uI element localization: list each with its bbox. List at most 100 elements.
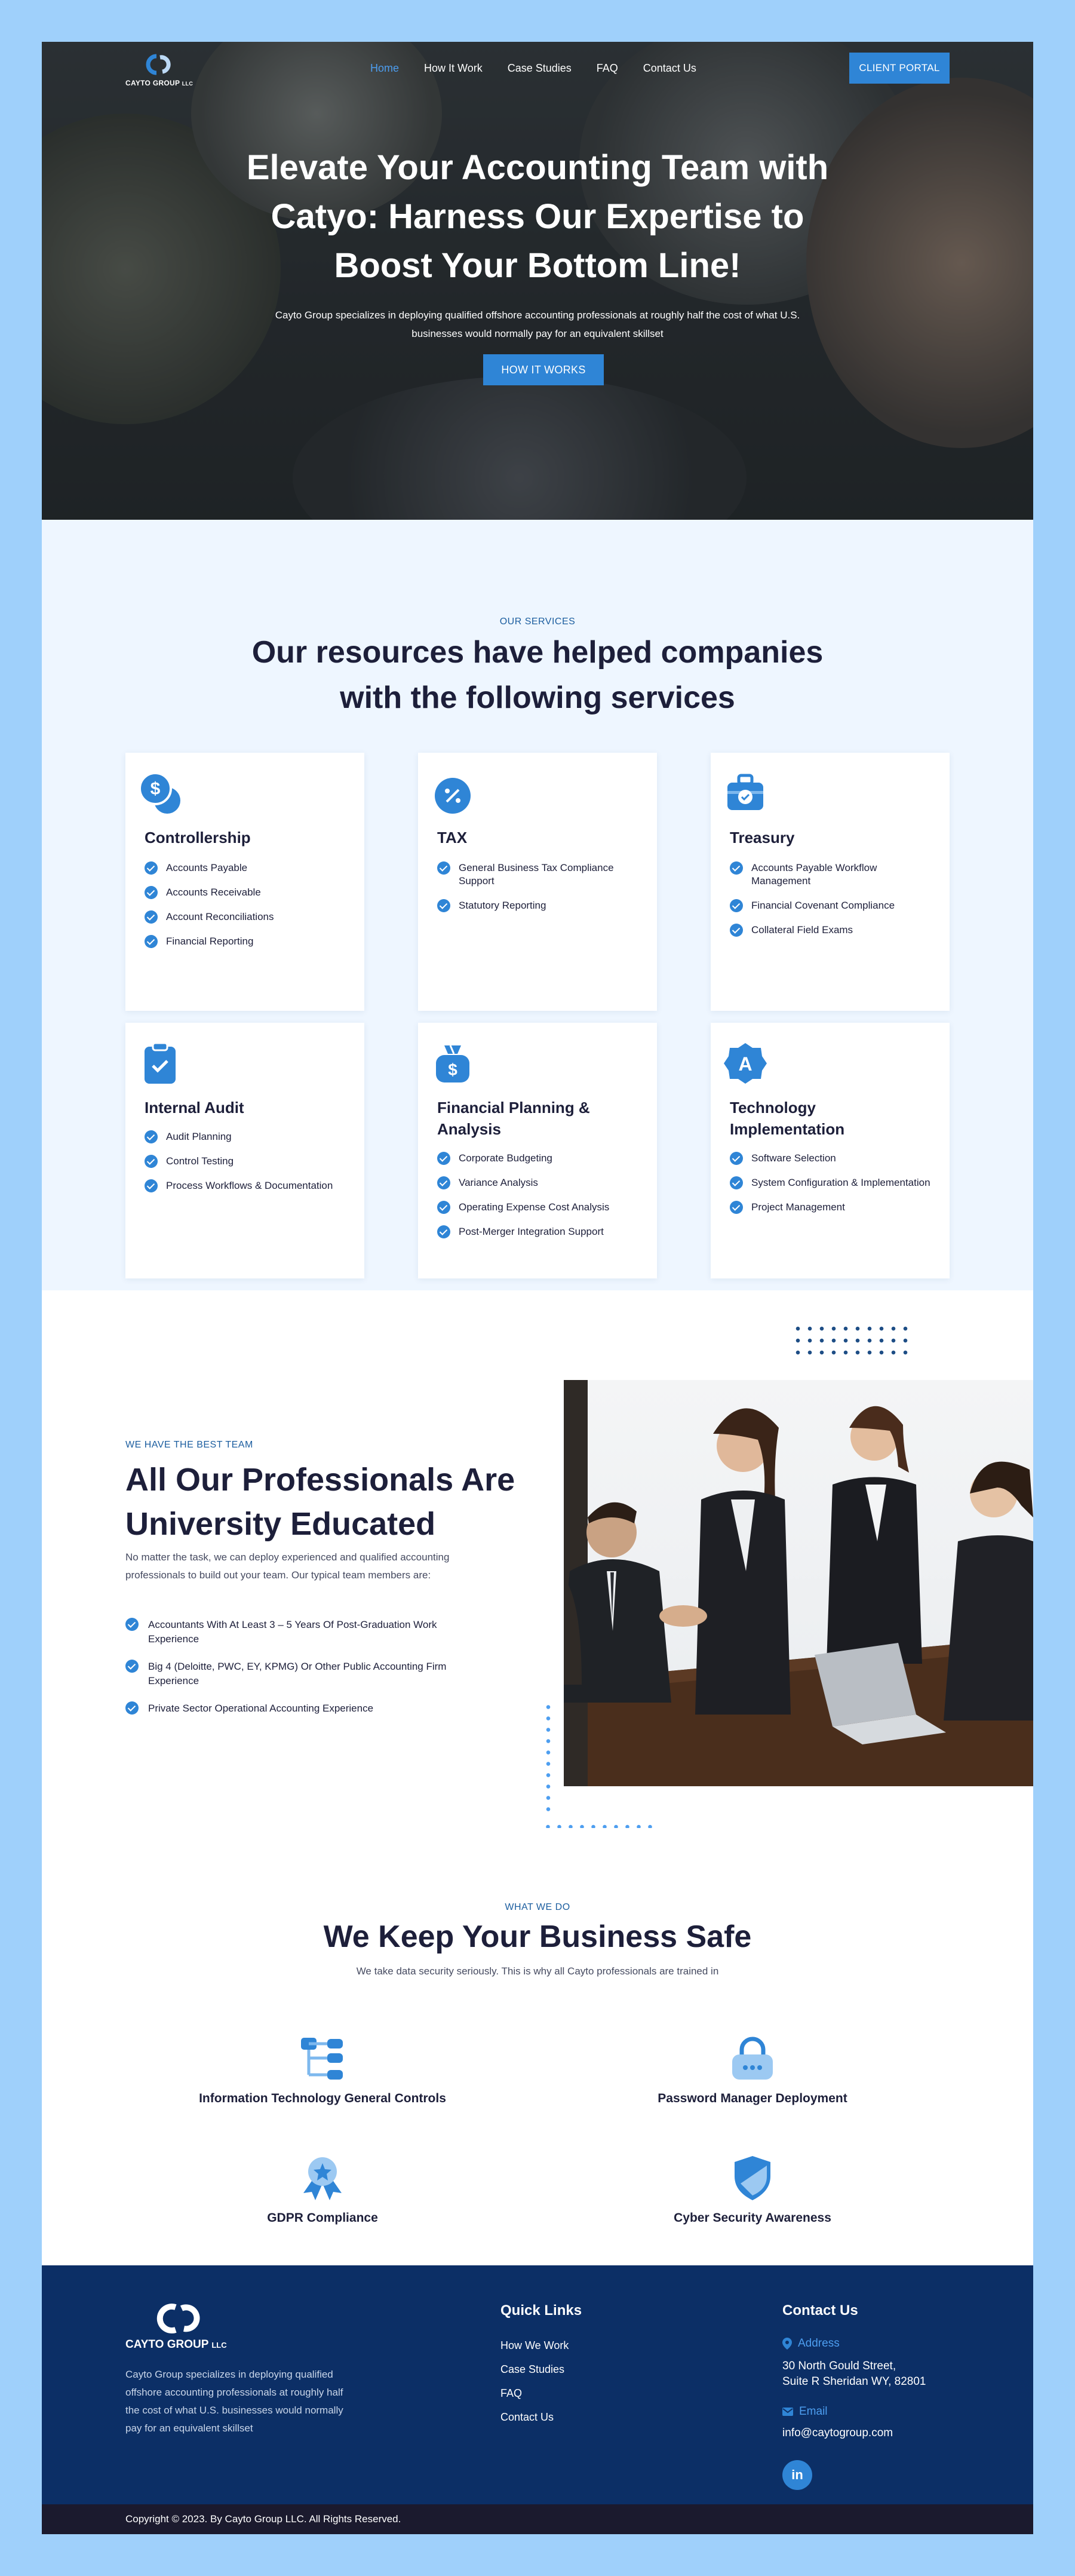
how-it-works-button[interactable]: HOW IT WORKS bbox=[483, 354, 604, 385]
service-list: Audit Planning Control Testing Process W… bbox=[145, 1130, 348, 1204]
list-item: Financial Reporting bbox=[145, 935, 348, 948]
check-icon bbox=[730, 1152, 743, 1165]
check-icon bbox=[437, 1176, 450, 1189]
client-portal-button[interactable]: CLIENT PORTAL bbox=[849, 53, 950, 84]
check-icon bbox=[145, 886, 158, 899]
list-item: Accounts Payable Workflow Management bbox=[730, 861, 933, 888]
security-item-label: Password Manager Deployment bbox=[658, 2092, 847, 2105]
list-item: Variance Analysis bbox=[437, 1176, 640, 1189]
footer-link-case-studies[interactable]: Case Studies bbox=[500, 2363, 564, 2376]
team-eyebrow: WE HAVE THE BEST TEAM bbox=[125, 1440, 253, 1450]
nav-home[interactable]: Home bbox=[370, 62, 399, 75]
mail-icon bbox=[782, 2408, 793, 2416]
hero-section: CAYTO GROUP LLC Home How It Work Case St… bbox=[42, 42, 1033, 520]
clipboard-check-icon bbox=[145, 1042, 176, 1084]
svg-text:$: $ bbox=[448, 1060, 457, 1079]
footer-link-contact-us[interactable]: Contact Us bbox=[500, 2411, 554, 2424]
footer-logo-text: CAYTO GROUP LLC bbox=[125, 2338, 227, 2351]
check-icon bbox=[437, 1152, 450, 1165]
email-label: Email bbox=[799, 2405, 828, 2418]
list-item: Financial Covenant Compliance bbox=[730, 899, 933, 912]
briefcase-icon bbox=[727, 774, 763, 810]
header-logo-text: CAYTO GROUP LLC bbox=[125, 79, 194, 87]
address-label: Address bbox=[798, 2337, 840, 2350]
cayto-logo-icon bbox=[146, 54, 171, 75]
address-label-row: Address bbox=[782, 2337, 840, 2350]
location-pin-icon bbox=[782, 2338, 792, 2350]
nav-case-studies[interactable]: Case Studies bbox=[508, 62, 572, 75]
header-logo[interactable]: CAYTO GROUP LLC bbox=[125, 48, 197, 96]
check-icon bbox=[145, 1179, 158, 1192]
team-list: Accountants With At Least 3 – 5 Years Of… bbox=[125, 1618, 484, 1729]
svg-text:A: A bbox=[738, 1053, 752, 1075]
page: CAYTO GROUP LLC Home How It Work Case St… bbox=[42, 42, 1033, 2534]
check-icon bbox=[437, 899, 450, 912]
service-card-title: Technology Implementation bbox=[730, 1099, 845, 1138]
list-item: Collateral Field Exams bbox=[730, 924, 933, 937]
list-item: Accounts Payable bbox=[145, 861, 348, 875]
security-item-cyber: Cyber Security Awareness bbox=[543, 2154, 962, 2225]
service-list: Corporate Budgeting Variance Analysis Op… bbox=[437, 1152, 640, 1250]
footer-about: Cayto Group specializes in deploying qua… bbox=[125, 2369, 343, 2434]
security-title: We Keep Your Business Safe bbox=[323, 1919, 752, 1954]
security-item-gdpr: GDPR Compliance bbox=[113, 2154, 532, 2225]
team-section: WE HAVE THE BEST TEAM All Our Profession… bbox=[42, 1290, 1033, 1829]
nav-faq[interactable]: FAQ bbox=[597, 62, 618, 75]
check-icon bbox=[145, 1130, 158, 1143]
decorative-dots bbox=[542, 1701, 554, 1815]
hero-title: Elevate Your Accounting Team with Catyo:… bbox=[246, 148, 829, 285]
service-card-treasury: Treasury Accounts Payable Workflow Manag… bbox=[711, 753, 950, 1011]
list-item: Software Selection bbox=[730, 1152, 933, 1165]
service-card-internal-audit: Internal Audit Audit Planning Control Te… bbox=[125, 1023, 364, 1278]
service-card-financial-planning: $ Financial Planning & Analysis Corporat… bbox=[418, 1023, 657, 1278]
service-card-title: Controllership bbox=[145, 829, 251, 847]
email-label-row: Email bbox=[782, 2405, 828, 2418]
shield-icon bbox=[735, 2156, 770, 2200]
service-card-title: Internal Audit bbox=[145, 1099, 244, 1117]
list-item: General Business Tax Compliance Support bbox=[437, 861, 640, 888]
check-icon bbox=[145, 1155, 158, 1168]
service-card-tax: TAX General Business Tax Compliance Supp… bbox=[418, 753, 657, 1011]
nav-contact-us[interactable]: Contact Us bbox=[643, 62, 696, 75]
list-item: Accountants With At Least 3 – 5 Years Of… bbox=[125, 1618, 484, 1646]
list-item: Control Testing bbox=[145, 1155, 348, 1168]
check-icon bbox=[730, 1201, 743, 1214]
footer-link-how-we-work[interactable]: How We Work bbox=[500, 2339, 569, 2352]
email-link[interactable]: info@caytogroup.com bbox=[782, 2427, 893, 2440]
security-item-label: Information Technology General Controls bbox=[199, 2092, 446, 2105]
money-bag-icon: $ bbox=[436, 1045, 469, 1082]
security-subtitle: We take data security seriously. This is… bbox=[356, 1965, 719, 1977]
list-item: Corporate Budgeting bbox=[437, 1152, 640, 1165]
nav-how-it-work[interactable]: How It Work bbox=[424, 62, 483, 75]
check-icon bbox=[125, 1660, 139, 1673]
list-item: Big 4 (Deloitte, PWC, EY, KPMG) Or Other… bbox=[125, 1660, 484, 1688]
footer-logo[interactable]: CAYTO GROUP LLC bbox=[125, 2299, 257, 2353]
service-list: General Business Tax Compliance Support … bbox=[437, 861, 640, 924]
check-icon bbox=[437, 1225, 450, 1238]
list-item: Private Sector Operational Accounting Ex… bbox=[125, 1701, 484, 1716]
team-photo-illustration bbox=[564, 1380, 1033, 1786]
linkedin-icon[interactable]: in bbox=[782, 2460, 812, 2490]
hero-subtitle: Cayto Group specializes in deploying qua… bbox=[275, 309, 800, 339]
svg-text:$: $ bbox=[150, 779, 161, 799]
service-card-controllership: $ Controllership Accounts Payable Accoun… bbox=[125, 753, 364, 1011]
decorative-dots bbox=[792, 1323, 911, 1358]
main-nav: Home How It Work Case Studies FAQ Contac… bbox=[370, 62, 696, 75]
check-icon bbox=[145, 861, 158, 875]
copyright-text: Copyright © 2023. By Cayto Group LLC. Al… bbox=[125, 2513, 401, 2525]
list-item: System Configuration & Implementation bbox=[730, 1176, 933, 1189]
badge-a-icon: A bbox=[724, 1043, 767, 1084]
footer-link-faq[interactable]: FAQ bbox=[500, 2387, 522, 2400]
security-section: WHAT WE DO We Keep Your Business Safe We… bbox=[42, 1828, 1033, 2265]
services-section: OUR SERVICES Our resources have helped c… bbox=[42, 520, 1033, 1290]
list-item: Process Workflows & Documentation bbox=[145, 1179, 348, 1192]
check-icon bbox=[125, 1701, 139, 1715]
quick-links-title: Quick Links bbox=[500, 2302, 582, 2319]
list-item: Project Management bbox=[730, 1201, 933, 1214]
lock-icon bbox=[732, 2037, 773, 2080]
service-list: Accounts Payable Accounts Receivable Acc… bbox=[145, 861, 348, 959]
list-item: Account Reconciliations bbox=[145, 910, 348, 924]
list-item: Post-Merger Integration Support bbox=[437, 1225, 640, 1238]
check-icon bbox=[125, 1618, 139, 1631]
list-item: Accounts Receivable bbox=[145, 886, 348, 899]
